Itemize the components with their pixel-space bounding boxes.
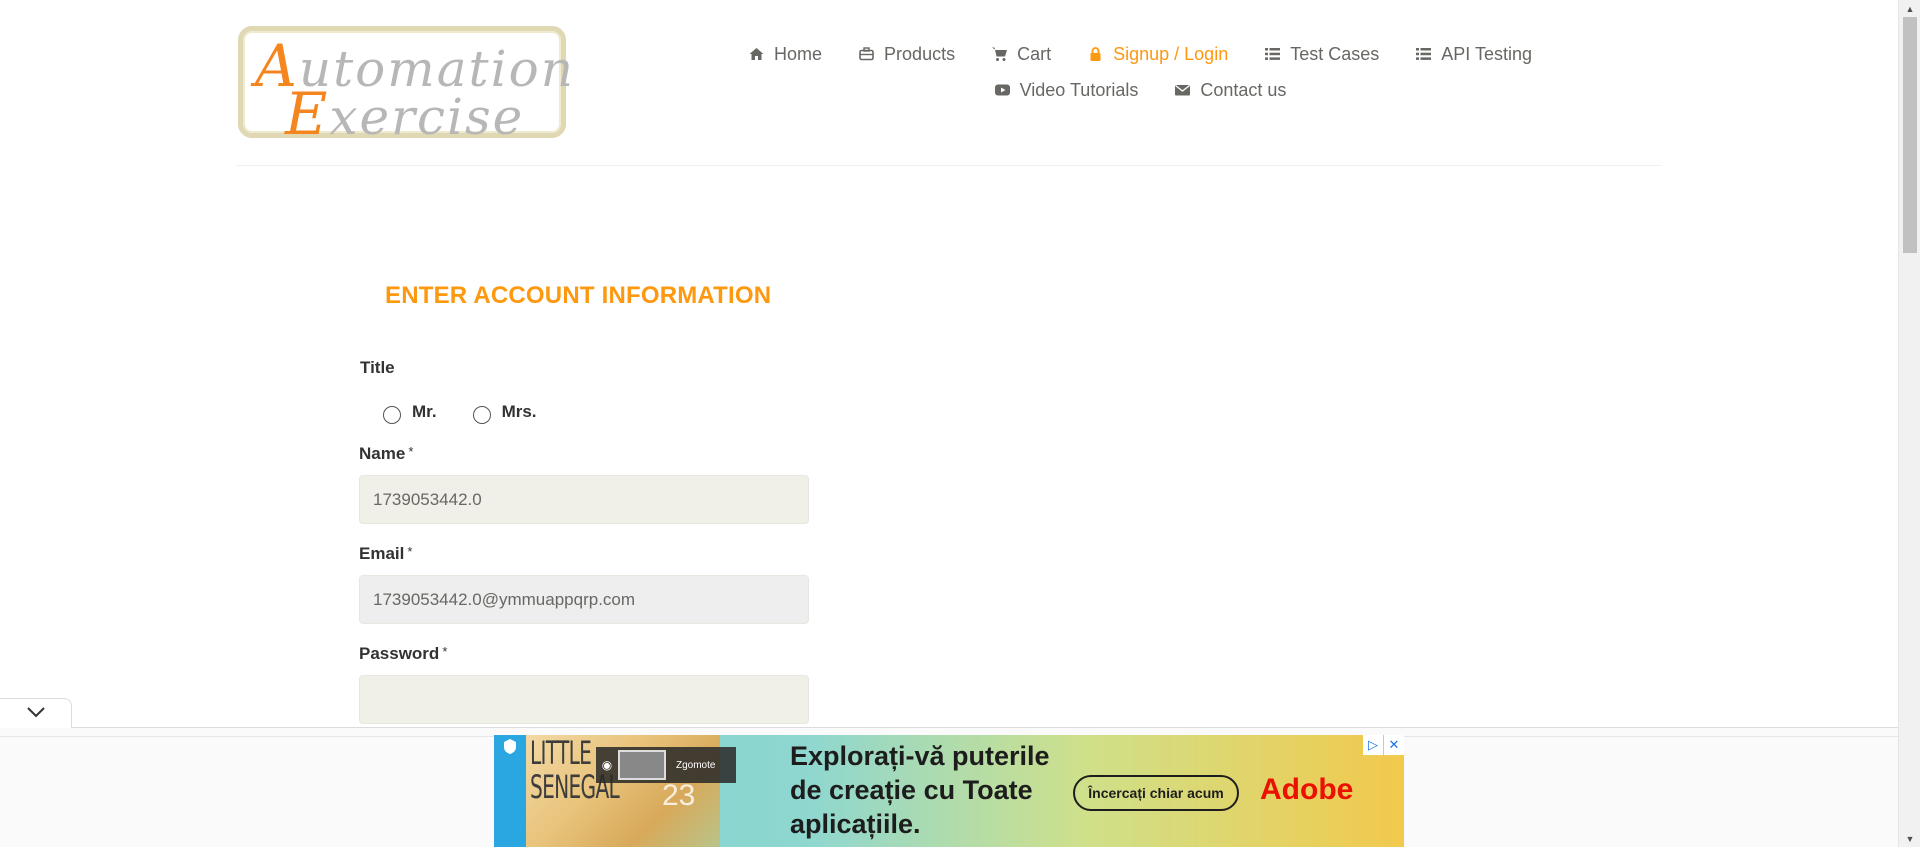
email-label-text: Email (359, 544, 405, 563)
nav-test-cases-label: Test Cases (1290, 43, 1380, 64)
ad-privacy-strip (494, 735, 526, 847)
scroll-down-arrow[interactable]: ▼ (1899, 830, 1920, 847)
required-marker: * (407, 544, 413, 559)
adchoices-icon[interactable]: ▷ (1363, 735, 1383, 755)
radio-mrs[interactable] (472, 406, 491, 424)
password-label: Password * (359, 644, 447, 664)
nav-signup-login-label: Signup / Login (1113, 43, 1229, 64)
password-label-text: Password (359, 644, 440, 663)
ad-sound-overlay[interactable]: ◉ Zgomote (596, 747, 736, 783)
ad-sound-thumbnail (618, 750, 666, 780)
nav-row-secondary: Video Tutorials Contact us (740, 72, 1540, 108)
ad-cta-button[interactable]: Încercați chiar acum (1073, 775, 1239, 811)
title-label: Title (360, 358, 395, 377)
nav-cart[interactable]: Cart (973, 44, 1069, 65)
cart-icon (991, 46, 1008, 62)
ad-video-thumbnail[interactable]: LITTLE SENEGAL 23 ◉ Zgomote (526, 735, 736, 847)
account-information-form: ENTER ACCOUNT INFORMATION Title Mr. Mrs.… (359, 282, 809, 724)
products-icon (858, 46, 875, 62)
nav-test-cases[interactable]: Test Cases (1246, 44, 1397, 65)
nav-video-tutorials[interactable]: Video Tutorials (976, 80, 1157, 101)
header-divider (236, 165, 1662, 166)
password-field[interactable] (359, 675, 809, 724)
nav-api-testing[interactable]: API Testing (1397, 44, 1550, 65)
required-marker: * (408, 444, 414, 459)
logo-letter-e: E (285, 80, 330, 148)
nav-contact-us[interactable]: Contact us (1156, 80, 1304, 101)
title-option-mr[interactable]: Mr. (383, 400, 437, 424)
chevron-down-icon (26, 705, 46, 723)
logo-text-line2: xercise (329, 88, 525, 146)
page-scrollbar[interactable]: ▲ ▼ (1898, 0, 1920, 847)
envelope-icon (1174, 82, 1191, 98)
ad-headline: Explorați-vă puterile de creație cu Toat… (790, 739, 1050, 841)
scroll-up-arrow[interactable]: ▲ (1899, 0, 1920, 17)
site-header: Automation Exercise Home Products Cart S… (0, 0, 1898, 166)
ad-privacy-icon (504, 739, 516, 754)
eye-icon: ◉ (601, 758, 613, 772)
nav-home-label: Home (774, 43, 823, 64)
name-field[interactable]: 1739053442.0 (359, 475, 809, 524)
radio-mr[interactable] (383, 406, 401, 424)
home-icon (748, 46, 765, 62)
youtube-icon (994, 82, 1011, 98)
main-navigation: Home Products Cart Signup / Login Test C… (740, 36, 1540, 108)
email-field[interactable]: 1739053442.0@ymmuappqrp.com (359, 575, 809, 624)
collapse-ad-button[interactable] (0, 698, 72, 728)
nav-products-label: Products (884, 43, 956, 64)
nav-row-primary: Home Products Cart Signup / Login Test C… (740, 36, 1540, 72)
nav-api-testing-label: API Testing (1441, 43, 1532, 64)
nav-home[interactable]: Home (730, 44, 840, 65)
required-marker: * (442, 644, 448, 659)
ad-movie-title-line1: LITTLE (530, 735, 592, 772)
radio-mr-label[interactable]: Mr. (412, 402, 437, 422)
name-label: Name * (359, 444, 413, 464)
ad-brand-logo: Adobe (1260, 773, 1354, 806)
title-radio-group: Mr. Mrs. (383, 400, 573, 424)
radio-mrs-label[interactable]: Mrs. (502, 402, 537, 422)
site-logo[interactable]: Automation Exercise (238, 26, 573, 143)
close-icon[interactable]: ✕ (1384, 735, 1404, 755)
list-icon (1415, 46, 1432, 62)
name-label-text: Name (359, 444, 406, 463)
nav-contact-us-label: Contact us (1200, 79, 1287, 100)
list-icon (1264, 46, 1281, 62)
ad-movie-number: 23 (662, 779, 696, 812)
name-field-value: 1739053442.0 (373, 489, 482, 509)
nav-products[interactable]: Products (840, 44, 973, 65)
nav-signup-login[interactable]: Signup / Login (1069, 44, 1246, 65)
email-label: Email * (359, 544, 412, 564)
form-heading: ENTER ACCOUNT INFORMATION (385, 282, 772, 309)
ad-headline-line1: Explorați-vă puterile (790, 741, 1050, 771)
advertisement[interactable]: LITTLE SENEGAL 23 ◉ Zgomote Explorați-vă … (494, 735, 1404, 847)
lock-icon (1087, 46, 1104, 62)
ad-sound-label: Zgomote (676, 759, 716, 771)
nav-video-tutorials-label: Video Tutorials (1019, 79, 1139, 100)
ad-controls: ▷ ✕ (1362, 735, 1404, 755)
email-field-value: 1739053442.0@ymmuappqrp.com (373, 589, 636, 609)
ad-headline-line3: aplicațiile. (790, 809, 921, 839)
scroll-thumb[interactable] (1903, 17, 1917, 253)
nav-cart-label: Cart (1017, 43, 1052, 64)
ad-headline-line2: de creație cu Toate (790, 775, 1033, 805)
title-option-mrs[interactable]: Mrs. (472, 400, 537, 424)
